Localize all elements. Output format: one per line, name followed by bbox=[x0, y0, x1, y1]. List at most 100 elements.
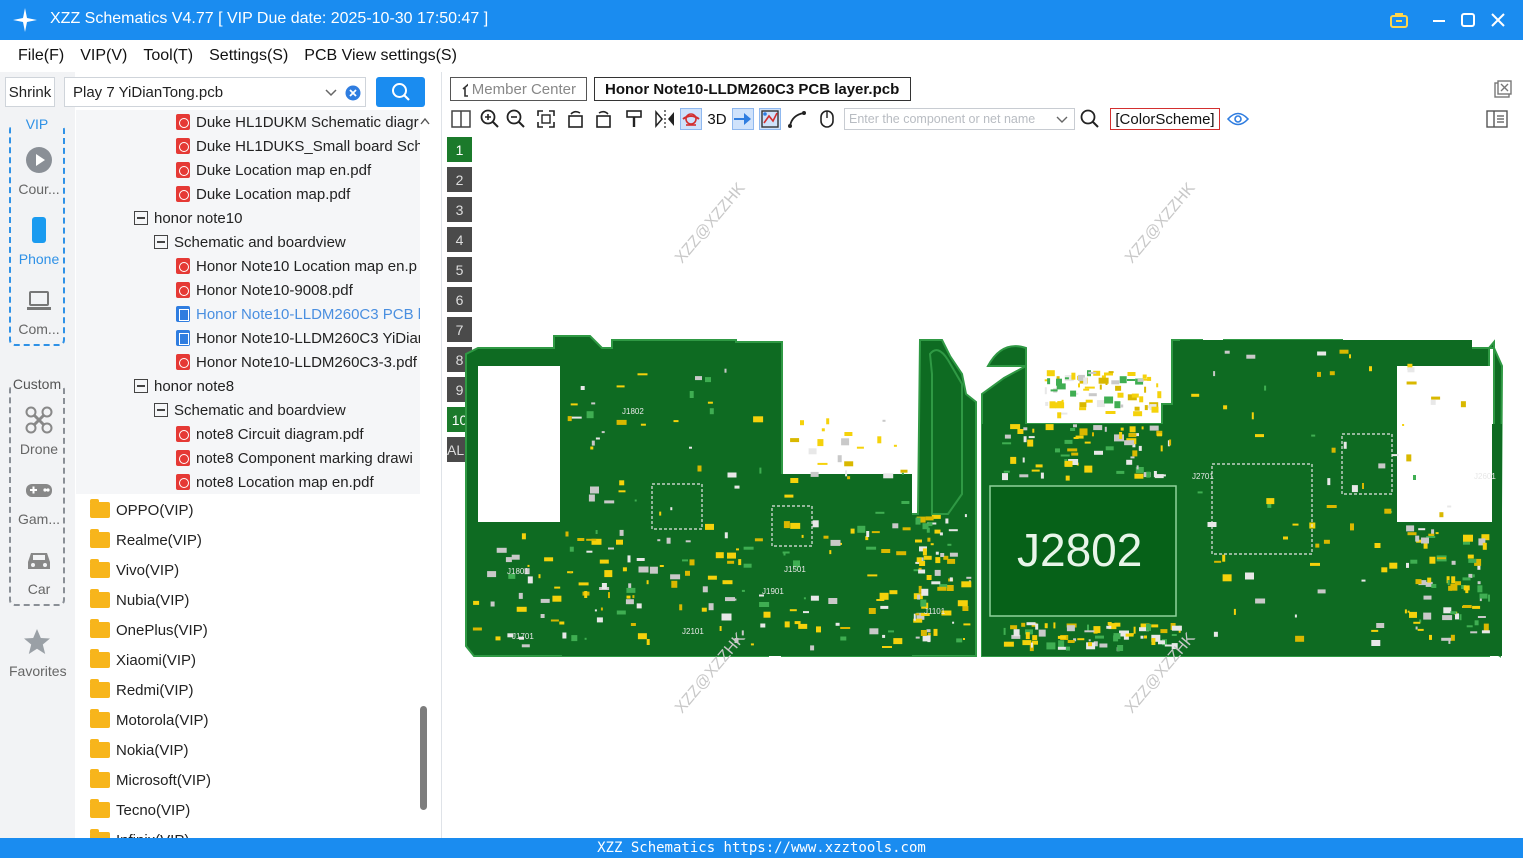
folder-item[interactable]: Xiaomi(VIP) bbox=[90, 648, 196, 672]
tree-row[interactable]: Duke HL1DUKM Schematic diagr bbox=[176, 110, 420, 134]
folder-item[interactable]: OPPO(VIP) bbox=[90, 498, 194, 522]
tree-row[interactable]: Schematic and boardview bbox=[154, 230, 420, 254]
minimize-button[interactable] bbox=[1427, 8, 1451, 32]
folder-item[interactable]: Redmi(VIP) bbox=[90, 678, 194, 702]
side-panel-toggle-icon[interactable] bbox=[1486, 108, 1508, 130]
zoom-in-icon[interactable] bbox=[479, 108, 501, 130]
pcb-pad bbox=[619, 480, 625, 486]
pcb-pad bbox=[1413, 475, 1416, 480]
pcb-view-pane: Member Center Honor Note10-LLDM260C3 PCB… bbox=[441, 72, 1523, 838]
rotate-right-icon[interactable] bbox=[592, 108, 614, 130]
menu-tool[interactable]: Tool(T) bbox=[135, 47, 201, 65]
pcb-pad bbox=[1144, 635, 1147, 639]
tree-scrollbar-thumb[interactable] bbox=[420, 706, 427, 810]
scroll-up-icon[interactable] bbox=[419, 116, 431, 126]
mirror-icon[interactable] bbox=[654, 108, 676, 130]
category-games[interactable]: Gam... bbox=[11, 476, 67, 527]
tab-label: Honor Note10-LLDM260C3 PCB layer.pcb bbox=[605, 80, 900, 98]
maximize-button[interactable] bbox=[1456, 8, 1480, 32]
pcb-pad bbox=[1094, 450, 1103, 455]
collapse-icon[interactable] bbox=[154, 403, 168, 417]
folder-item[interactable]: Infinix(VIP) bbox=[90, 828, 189, 838]
pcb-pad bbox=[1389, 562, 1398, 569]
pcb-board-canvas[interactable]: J2802 J1802 J1701 J2101 J1501 J1801 J1901 J260… bbox=[442, 134, 1523, 838]
split-view-icon[interactable] bbox=[450, 108, 472, 130]
folder-item[interactable]: Vivo(VIP) bbox=[90, 558, 179, 582]
folder-item[interactable]: Tecno(VIP) bbox=[90, 798, 190, 822]
pcb-reference-label: J1101 bbox=[924, 607, 946, 616]
mouse-icon[interactable] bbox=[816, 108, 838, 130]
tree-row[interactable]: Schematic and boardview bbox=[154, 398, 420, 422]
pcb-pad bbox=[1331, 447, 1336, 453]
category-courses[interactable]: Cour... bbox=[11, 146, 67, 197]
folder-item[interactable]: Microsoft(VIP) bbox=[90, 768, 211, 792]
pcb-pad bbox=[743, 546, 754, 550]
menu-settings[interactable]: Settings(S) bbox=[201, 47, 296, 65]
view-3d-button[interactable]: 3D bbox=[706, 108, 728, 130]
tree-row[interactable]: Honor Note10-LLDM260C3 PCB l bbox=[176, 302, 420, 326]
pcb-pad bbox=[1115, 385, 1122, 391]
favorites-button[interactable]: Favorites bbox=[9, 628, 67, 679]
pcb-pad bbox=[637, 373, 648, 376]
category-drone[interactable]: Drone bbox=[11, 406, 67, 457]
tab-member-center[interactable]: Member Center bbox=[450, 77, 587, 101]
folder-item[interactable]: Nubia(VIP) bbox=[90, 588, 189, 612]
menu-file[interactable]: File(F) bbox=[10, 47, 72, 65]
category-computer[interactable]: Com... bbox=[11, 286, 67, 337]
pcb-pad bbox=[608, 592, 610, 599]
car-icon bbox=[28, 553, 50, 569]
tab-active-pcb[interactable]: Honor Note10-LLDM260C3 PCB layer.pcb bbox=[594, 77, 911, 101]
trace-tool-icon[interactable] bbox=[786, 108, 808, 130]
component-search-input[interactable]: Enter the component or net name bbox=[844, 108, 1075, 130]
close-tab-icon[interactable] bbox=[1494, 80, 1512, 98]
collapse-icon[interactable] bbox=[154, 235, 168, 249]
tree-row[interactable]: Duke HL1DUKS_Small board Sche bbox=[176, 134, 420, 158]
pcb-pad bbox=[1317, 589, 1326, 594]
tree-row[interactable]: Duke Location map.pdf bbox=[176, 182, 420, 206]
paint-brush-icon[interactable] bbox=[623, 108, 645, 130]
pcb-pad bbox=[1455, 613, 1459, 620]
connect-pins-icon[interactable] bbox=[759, 108, 781, 130]
eye-icon[interactable] bbox=[1227, 108, 1249, 130]
tree-row[interactable]: note8 Circuit diagram.pdf bbox=[176, 422, 420, 446]
rotate-left-icon[interactable] bbox=[565, 108, 587, 130]
menu-pcb-view-settings[interactable]: PCB View settings(S) bbox=[296, 47, 465, 65]
zoom-out-icon[interactable] bbox=[505, 108, 527, 130]
tree-row[interactable]: note8 Component marking drawi bbox=[176, 446, 420, 470]
tree-row[interactable]: Honor Note10-LLDM260C3 YiDiar bbox=[176, 326, 420, 350]
tree-row[interactable]: Honor Note10 Location map en.p bbox=[176, 254, 420, 278]
tree-row[interactable]: Honor Note10-LLDM260C3-3.pdf bbox=[176, 350, 420, 374]
category-car[interactable]: Car bbox=[11, 546, 67, 597]
folder-item[interactable]: Nokia(VIP) bbox=[90, 738, 189, 762]
collapse-icon[interactable] bbox=[134, 211, 148, 225]
net-highlight-icon[interactable] bbox=[680, 108, 702, 130]
tree-row[interactable]: note8 Location map en.pdf bbox=[176, 470, 420, 494]
vip-bag-icon[interactable] bbox=[1387, 8, 1411, 32]
find-component-icon[interactable] bbox=[1079, 108, 1101, 130]
folder-item[interactable]: Realme(VIP) bbox=[90, 528, 202, 552]
color-scheme-button[interactable]: [ColorScheme] bbox=[1110, 108, 1220, 130]
pcb-pad bbox=[1004, 434, 1011, 439]
select-arrow-icon[interactable] bbox=[732, 108, 754, 130]
tree-row[interactable]: Duke Location map en.pdf bbox=[176, 158, 420, 182]
pcb-pad bbox=[722, 580, 733, 585]
folder-item[interactable]: OnePlus(VIP) bbox=[90, 618, 208, 642]
tree-row[interactable]: honor note8 bbox=[134, 374, 420, 398]
shrink-button[interactable]: Shrink bbox=[5, 77, 55, 107]
clear-icon[interactable] bbox=[345, 85, 361, 101]
folder-item[interactable]: Motorola(VIP) bbox=[90, 708, 209, 732]
pcb-pad bbox=[1114, 401, 1121, 409]
tree-row[interactable]: honor note10 bbox=[134, 206, 420, 230]
chevron-down-icon[interactable] bbox=[1055, 114, 1069, 126]
search-button[interactable] bbox=[376, 77, 425, 107]
pcb-file-select[interactable]: Play 7 YiDianTong.pcb bbox=[64, 77, 366, 107]
close-button[interactable] bbox=[1486, 8, 1510, 32]
pcb-pad bbox=[871, 531, 880, 534]
pcb-pad bbox=[1057, 401, 1064, 404]
tree-row[interactable]: Honor Note10-9008.pdf bbox=[176, 278, 420, 302]
category-phone[interactable]: Phone bbox=[11, 216, 67, 267]
fit-view-icon[interactable] bbox=[535, 108, 557, 130]
collapse-icon[interactable] bbox=[134, 379, 148, 393]
chevron-down-icon[interactable] bbox=[324, 86, 338, 100]
menu-vip[interactable]: VIP(V) bbox=[72, 47, 135, 65]
